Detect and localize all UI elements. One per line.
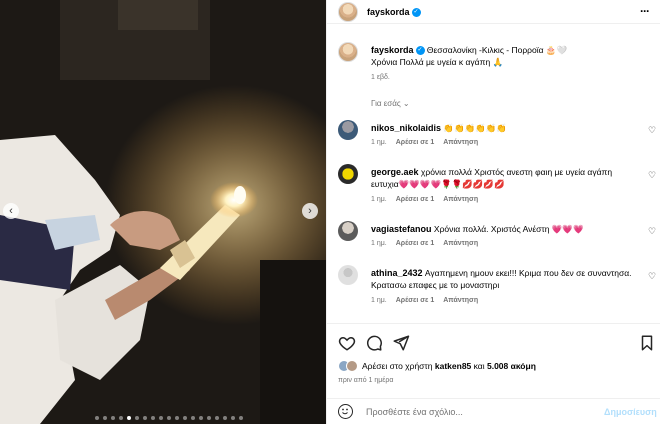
carousel-dot bbox=[239, 416, 243, 420]
comment-meta: 1 ημ. Αρέσει σε 1 Απάντηση bbox=[371, 297, 487, 304]
carousel-dots bbox=[95, 416, 243, 420]
comment-username[interactable]: george.aek bbox=[371, 167, 419, 177]
carousel-dot bbox=[119, 416, 123, 420]
emoji-icon[interactable] bbox=[338, 404, 353, 419]
likes-text: Αρέσει στο χρήστη katken85 και 5.008 ακό… bbox=[362, 361, 536, 371]
verified-icon: ✓ bbox=[411, 8, 421, 18]
heart-icon[interactable]: ♡ bbox=[648, 226, 656, 237]
comment-body: nikos_nikolaidis 👏👏👏👏👏👏 bbox=[371, 122, 636, 134]
likes-user[interactable]: katken85 bbox=[435, 361, 471, 371]
likes-mid: και bbox=[473, 361, 485, 371]
avatar[interactable] bbox=[338, 221, 358, 241]
comment-text: Χρόνια πολλά. Χριστός Ανέστη 💗💗💗 bbox=[433, 224, 584, 234]
comment-meta: 1 ημ. Αρέσει σε 1 Απάντηση bbox=[371, 139, 487, 146]
carousel-dot bbox=[167, 416, 171, 420]
comment-body: athina_2432 Αγαπημενη ημουν εκει!!! Κριμ… bbox=[371, 267, 636, 291]
comment-time: 1 ημ. bbox=[371, 240, 387, 247]
post-header: fayskorda ✓ ··· bbox=[327, 0, 660, 24]
likes-prefix: Αρέσει στο χρήστη bbox=[362, 361, 433, 371]
avatar[interactable] bbox=[338, 2, 358, 22]
post-modal: ‹ › fayskorda ✓ ··· fayskorda ✓ Θεσσαλονίκ… bbox=[0, 0, 660, 424]
avatar[interactable] bbox=[338, 120, 358, 140]
carousel-dot bbox=[111, 416, 115, 420]
post-side-panel: fayskorda ✓ ··· fayskorda ✓ Θεσσαλονίκη -Κ… bbox=[326, 0, 660, 424]
caption-time: 1 εβδ. bbox=[371, 74, 390, 81]
post-photo: ‹ › bbox=[0, 0, 326, 424]
carousel-dot bbox=[127, 416, 131, 420]
verified-icon: ✓ bbox=[415, 46, 425, 56]
comment-bubble-icon[interactable] bbox=[365, 334, 383, 352]
heart-icon[interactable]: ♡ bbox=[648, 271, 656, 282]
avatar[interactable] bbox=[338, 265, 358, 285]
comment-likes-link[interactable]: Αρέσει σε 1 bbox=[396, 196, 435, 203]
reply-button[interactable]: Απάντηση bbox=[443, 139, 478, 146]
caption-location: Θεσσαλονίκη -Κιλκις - Πορροϊα 🎂🤍 bbox=[426, 45, 568, 55]
carousel-dot bbox=[143, 416, 147, 420]
comment-username[interactable]: athina_2432 bbox=[371, 268, 423, 278]
share-send-icon[interactable] bbox=[392, 334, 410, 352]
comment-likes-link[interactable]: Αρέσει σε 1 bbox=[396, 240, 435, 247]
see-translation[interactable]: Για εσάς ⌄ bbox=[371, 99, 410, 108]
carousel-prev-button[interactable]: ‹ bbox=[3, 203, 19, 219]
like-heart-icon[interactable] bbox=[338, 334, 356, 352]
comment-username[interactable]: nikos_nikolaidis bbox=[371, 123, 441, 133]
comment-meta: 1 ημ. Αρέσει σε 1 Απάντηση bbox=[371, 196, 487, 203]
comment-time: 1 ημ. bbox=[371, 196, 387, 203]
carousel-dot bbox=[103, 416, 107, 420]
header-username-text[interactable]: fayskorda bbox=[367, 7, 410, 17]
likes-count[interactable]: 5.008 ακόμη bbox=[487, 361, 536, 371]
carousel-dot bbox=[191, 416, 195, 420]
see-translation-label[interactable]: Για εσάς bbox=[371, 99, 401, 108]
avatar[interactable] bbox=[338, 164, 358, 184]
carousel-dot bbox=[231, 416, 235, 420]
likes-summary: Αρέσει στο χρήστη katken85 και 5.008 ακό… bbox=[338, 360, 536, 372]
reply-button[interactable]: Απάντηση bbox=[443, 196, 478, 203]
caption-text: fayskorda ✓ Θεσσαλονίκη -Κιλκις - Πορροϊα… bbox=[371, 44, 641, 68]
comment-body: vagiastefanou Χρόνια πολλά. Χριστός Ανέσ… bbox=[371, 223, 636, 235]
photo-illustration bbox=[0, 0, 326, 424]
carousel-dot bbox=[151, 416, 155, 420]
carousel-dot bbox=[95, 416, 99, 420]
reply-button[interactable]: Απάντηση bbox=[443, 297, 478, 304]
carousel-dot bbox=[215, 416, 219, 420]
comment-username[interactable]: vagiastefanou bbox=[371, 224, 432, 234]
carousel-dot bbox=[199, 416, 203, 420]
header-username[interactable]: fayskorda ✓ bbox=[367, 7, 421, 18]
carousel-dot bbox=[223, 416, 227, 420]
caption-body: Χρόνια Πολλά με υγεία κ αγάπη 🙏 bbox=[371, 57, 504, 67]
avatar[interactable] bbox=[338, 42, 358, 62]
caption-username[interactable]: fayskorda bbox=[371, 45, 414, 55]
carousel-dot bbox=[175, 416, 179, 420]
add-comment-bar: Προσθέστε ένα σχόλιο... Δημοσίευση bbox=[327, 398, 660, 424]
comment-time: 1 ημ. bbox=[371, 139, 387, 146]
comment-text: 👏👏👏👏👏👏 bbox=[443, 123, 507, 133]
comment-time: 1 ημ. bbox=[371, 297, 387, 304]
carousel-dot bbox=[159, 416, 163, 420]
bookmark-icon[interactable] bbox=[638, 334, 656, 352]
comment-meta: 1 ημ. Αρέσει σε 1 Απάντηση bbox=[371, 240, 487, 247]
posted-time: πριν από 1 ημέρα bbox=[338, 377, 394, 384]
comment-body: george.aek χρόνια πολλά Χριστός ανεστη φ… bbox=[371, 166, 636, 190]
carousel-dot bbox=[207, 416, 211, 420]
heart-icon[interactable]: ♡ bbox=[648, 170, 656, 181]
post-comment-button[interactable]: Δημοσίευση bbox=[604, 407, 657, 417]
comment-likes-link[interactable]: Αρέσει σε 1 bbox=[396, 139, 435, 146]
carousel-next-button[interactable]: › bbox=[302, 203, 318, 219]
more-horizontal-icon[interactable]: ··· bbox=[640, 4, 650, 18]
liker-avatar bbox=[346, 360, 358, 372]
comment-likes-link[interactable]: Αρέσει σε 1 bbox=[396, 297, 435, 304]
carousel-dot bbox=[183, 416, 187, 420]
reply-button[interactable]: Απάντηση bbox=[443, 240, 478, 247]
carousel-dot bbox=[135, 416, 139, 420]
comment-input[interactable]: Προσθέστε ένα σχόλιο... bbox=[366, 407, 463, 417]
chevron-down-icon: ⌄ bbox=[402, 99, 410, 108]
heart-icon[interactable]: ♡ bbox=[648, 125, 656, 136]
